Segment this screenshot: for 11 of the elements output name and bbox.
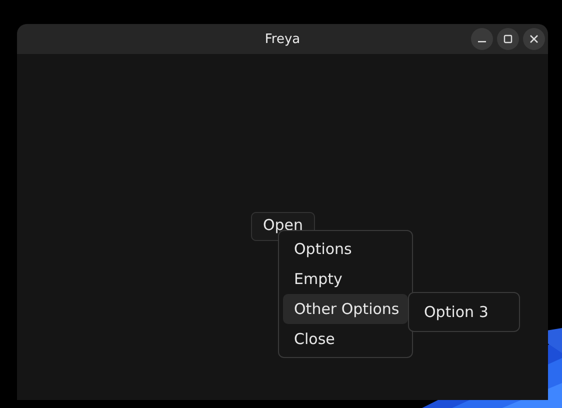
maximize-button[interactable] xyxy=(497,28,519,50)
menu-item[interactable]: Close xyxy=(283,324,408,354)
close-button[interactable] xyxy=(523,28,545,50)
menu-item[interactable]: Empty xyxy=(283,264,408,294)
menu-item[interactable]: Option 3 xyxy=(413,297,515,327)
minimize-button[interactable] xyxy=(471,28,493,50)
close-icon xyxy=(529,34,539,44)
minimize-icon xyxy=(478,41,486,43)
menu-item[interactable]: Other Options xyxy=(283,294,408,324)
window-title: Freya xyxy=(264,32,300,46)
maximize-icon xyxy=(503,34,513,44)
